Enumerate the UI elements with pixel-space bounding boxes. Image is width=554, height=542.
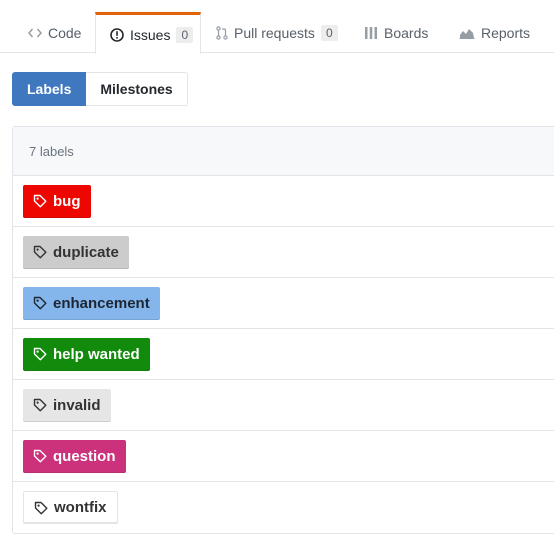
tag-icon	[33, 194, 47, 208]
label-name: invalid	[53, 396, 101, 414]
label-question[interactable]: question	[23, 439, 126, 473]
labels-button[interactable]: Labels	[12, 72, 87, 106]
tag-icon	[33, 347, 47, 361]
label-enhancement[interactable]: enhancement	[23, 286, 160, 320]
labels-list: bug duplicate enhancement help wanted invali…	[13, 176, 554, 533]
tab-code-label: Code	[48, 24, 82, 41]
label-name: duplicate	[53, 243, 119, 261]
label-name: wontfix	[54, 499, 107, 516]
label-row: enhancement	[13, 278, 554, 329]
tab-reports[interactable]: Reports	[459, 12, 530, 53]
code-icon	[28, 27, 42, 39]
label-name: help wanted	[53, 345, 140, 363]
label-name: question	[53, 447, 116, 465]
tag-icon	[33, 296, 47, 310]
label-row: help wanted	[13, 329, 554, 380]
label-duplicate[interactable]: duplicate	[23, 235, 129, 269]
tab-reports-label: Reports	[481, 24, 531, 41]
tab-issues[interactable]: Issues 0	[95, 12, 201, 54]
pull-requests-counter: 0	[320, 24, 338, 41]
milestones-button[interactable]: Milestones	[86, 72, 188, 106]
tag-icon	[34, 501, 48, 515]
tab-pull-requests[interactable]: Pull requests 0	[216, 12, 338, 53]
label-row: invalid	[13, 380, 554, 431]
label-help-wanted[interactable]: help wanted	[23, 337, 150, 371]
label-name: bug	[53, 192, 81, 210]
label-name: enhancement	[53, 294, 150, 312]
label-wontfix[interactable]: wontfix	[23, 491, 118, 524]
issues-counter: 0	[176, 26, 194, 43]
label-invalid[interactable]: invalid	[23, 388, 111, 422]
label-row: wontfix	[13, 482, 554, 533]
repo-tabnav: Code Issues 0 Pull requests 0 Boards Rep…	[0, 0, 554, 54]
labels-count: 7 labels	[29, 143, 74, 159]
label-row: bug	[13, 176, 554, 227]
tab-boards-label: Boards	[384, 24, 429, 41]
label-bug[interactable]: bug	[23, 184, 91, 218]
labels-milestones-subnav: Labels Milestones	[12, 72, 188, 106]
label-row: question	[13, 431, 554, 482]
project-icon	[364, 26, 378, 40]
tab-issues-label: Issues	[130, 26, 171, 43]
graph-icon	[459, 27, 475, 39]
label-row: duplicate	[13, 227, 554, 278]
git-pull-request-icon	[216, 25, 228, 40]
labels-list-box: 7 labels bug duplicate enhancement help wan…	[12, 126, 554, 534]
tag-icon	[33, 449, 47, 463]
tag-icon	[33, 245, 47, 259]
tab-pull-requests-label: Pull requests	[234, 24, 315, 41]
tab-boards[interactable]: Boards	[364, 12, 428, 53]
tag-icon	[33, 398, 47, 412]
issue-opened-icon	[110, 27, 124, 42]
tab-code[interactable]: Code	[28, 12, 81, 53]
labels-count-header: 7 labels	[13, 127, 554, 176]
